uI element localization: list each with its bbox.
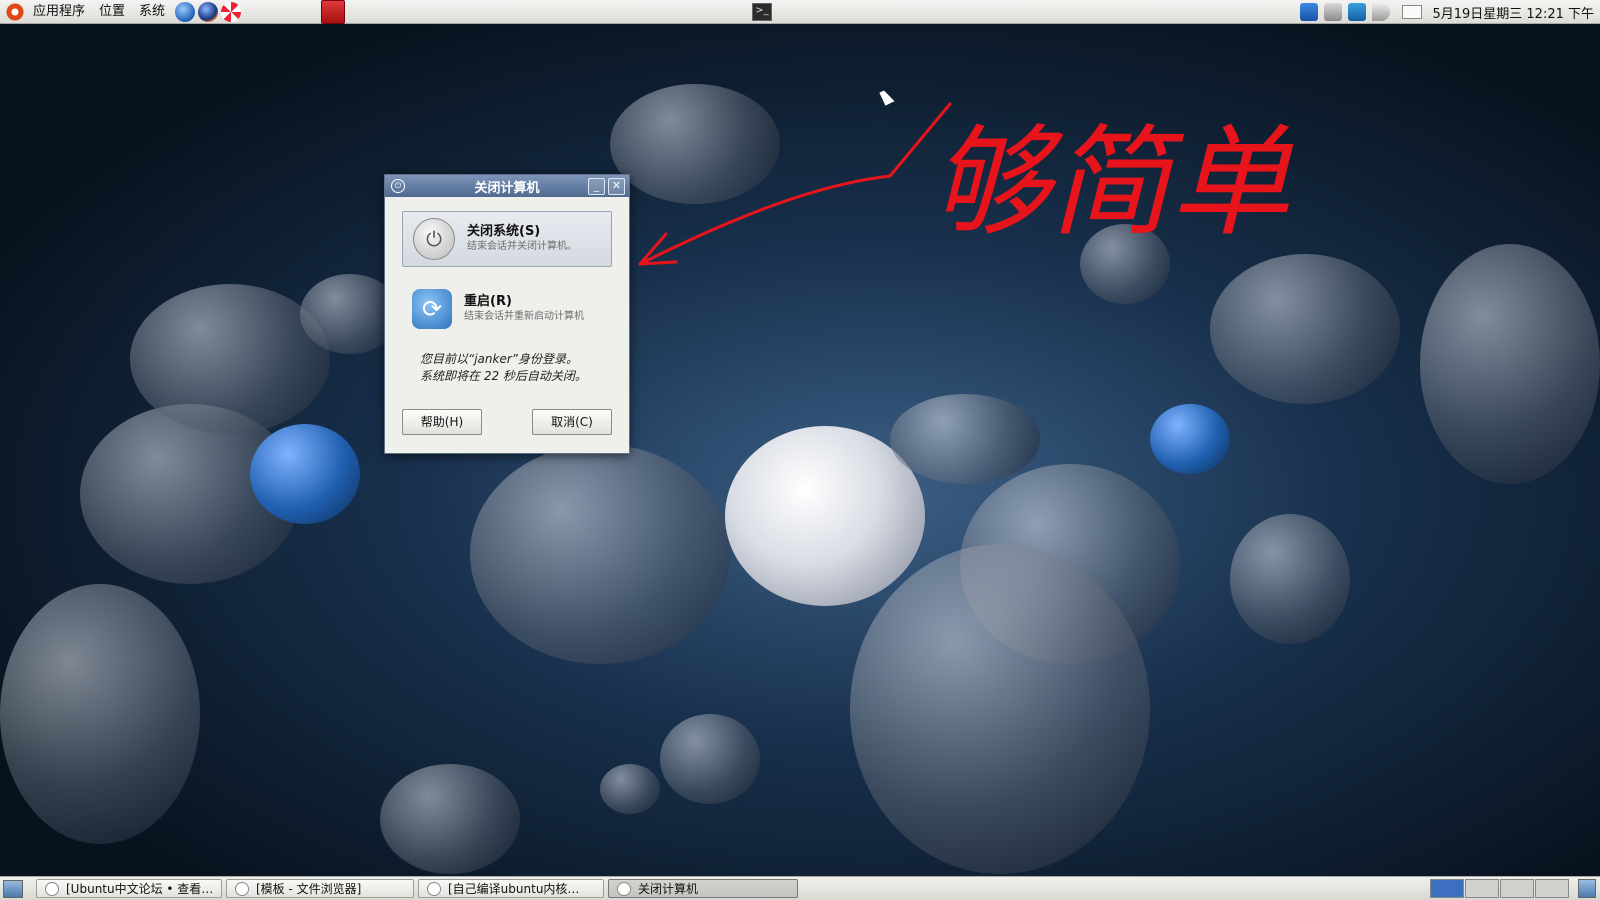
workspace-1[interactable] (1430, 879, 1464, 898)
login-info-text: 您目前以“janker”身份登录。 (420, 352, 578, 366)
trash-icon[interactable] (1578, 879, 1596, 898)
restart-icon: ⟳ (412, 289, 452, 329)
browser-icon (45, 881, 59, 896)
taskbar-item-active[interactable]: 关闭计算机 (608, 879, 798, 898)
chromium-launcher-icon[interactable] (175, 1, 196, 22)
shutdown-description: 结束会话并关闭计算机。 (467, 241, 577, 252)
annotation-text: 够简单 (930, 114, 1294, 253)
main-menu: 应用程序 位置 系统 (26, 0, 172, 24)
taskbar-item[interactable]: [自己编译ubuntu内核… (418, 879, 604, 898)
firefox-launcher-icon[interactable] (198, 1, 219, 22)
menu-applications[interactable]: 应用程序 (26, 0, 92, 24)
wallpaper-orb (470, 444, 730, 664)
shutdown-power-icon: ⏻ (413, 218, 455, 260)
wallpaper-orb (380, 764, 520, 874)
workspace-4[interactable] (1535, 879, 1569, 898)
shutdown-title: 关闭系统(S) (467, 224, 541, 239)
wallpaper-orb (1230, 514, 1350, 644)
volume-icon[interactable] (1372, 3, 1391, 21)
taskbar-item[interactable]: [模板 - 文件浏览器] (226, 879, 414, 898)
top-panel: 应用程序 位置 系统 >_ 5月19日星期三 12:21 下午 (0, 0, 1600, 24)
taskbar-item-label: [模板 - 文件浏览器] (256, 882, 362, 896)
wallpaper-orb (250, 424, 360, 524)
taskbar-item[interactable]: [Ubuntu中文论坛 • 查看… (36, 879, 222, 898)
taskbar-item-label: [Ubuntu中文论坛 • 查看… (66, 882, 214, 896)
power-icon (617, 881, 631, 896)
shutdown-dialog: ⏻ 关闭计算机 _ ✕ ⏻ 关闭系统(S) 结束会话并关闭计算机。 ⟳ 重启(R… (384, 174, 630, 454)
workspace-2[interactable] (1465, 879, 1499, 898)
file-browser-icon (235, 881, 249, 896)
cancel-button[interactable]: 取消(C) (532, 409, 612, 435)
system-tray: 5月19日星期三 12:21 下午 (1300, 0, 1600, 24)
clock[interactable]: 5月19日星期三 12:21 下午 (1432, 3, 1600, 22)
wallpaper-orb (890, 394, 1040, 484)
shutdown-text: 关闭系统(S) 结束会话并关闭计算机。 (467, 224, 577, 254)
show-desktop-icon[interactable] (3, 880, 23, 898)
app-launcher-icon[interactable] (321, 0, 346, 24)
text-editor-icon (427, 881, 441, 896)
countdown-text: 系统即将在 22 秒后自动关闭。 (420, 369, 587, 383)
menu-places[interactable]: 位置 (92, 0, 132, 24)
session-info: 您目前以“janker”身份登录。 系统即将在 22 秒后自动关闭。 (420, 351, 620, 385)
ubuntu-logo-icon[interactable] (6, 2, 24, 21)
wallpaper-orb (1150, 404, 1230, 474)
restart-title: 重启(R) (464, 294, 512, 309)
restart-option[interactable]: ⟳ 重启(R) 结束会话并重新启动计算机 (402, 281, 612, 337)
update-icon[interactable] (1300, 3, 1319, 21)
terminal-icon[interactable]: >_ (752, 3, 772, 21)
taskbar-item-label: 关闭计算机 (638, 882, 699, 896)
annotation-arrow (638, 102, 952, 266)
desktop-wallpaper: 够简单 ⏻ 关闭计算机 _ ✕ ⏻ 关闭系统(S) 结束会话并关闭计算机。 ⟳ … (0, 24, 1600, 876)
shutdown-option[interactable]: ⏻ 关闭系统(S) 结束会话并关闭计算机。 (402, 211, 612, 267)
menu-system[interactable]: 系统 (132, 0, 172, 24)
mail-icon[interactable] (1402, 5, 1423, 19)
help-launcher-icon[interactable] (221, 1, 242, 22)
dialog-titlebar[interactable]: ⏻ 关闭计算机 _ ✕ (385, 175, 629, 197)
restart-text: 重启(R) 结束会话并重新启动计算机 (464, 294, 584, 324)
workspace-3[interactable] (1500, 879, 1534, 898)
wallpaper-orb (600, 764, 660, 814)
wallpaper-orb (1420, 244, 1600, 484)
network-icon[interactable] (1324, 3, 1343, 21)
close-button[interactable]: ✕ (608, 178, 625, 195)
wallpaper-orb (660, 714, 760, 804)
taskbar-item-label: [自己编译ubuntu内核… (448, 882, 580, 896)
wallpaper-orb (850, 544, 1150, 874)
wallpaper-orb (0, 584, 200, 844)
bottom-panel: [Ubuntu中文论坛 • 查看… [模板 - 文件浏览器] [自己编译ubun… (0, 876, 1600, 900)
help-button[interactable]: 帮助(H) (402, 409, 482, 435)
workspace-switcher (1430, 879, 1570, 898)
red-handwritten-annotation: 够简单 (638, 102, 1294, 266)
restart-description: 结束会话并重新启动计算机 (464, 311, 584, 322)
notification-icon[interactable] (1348, 3, 1367, 21)
minimize-button[interactable]: _ (588, 178, 605, 195)
